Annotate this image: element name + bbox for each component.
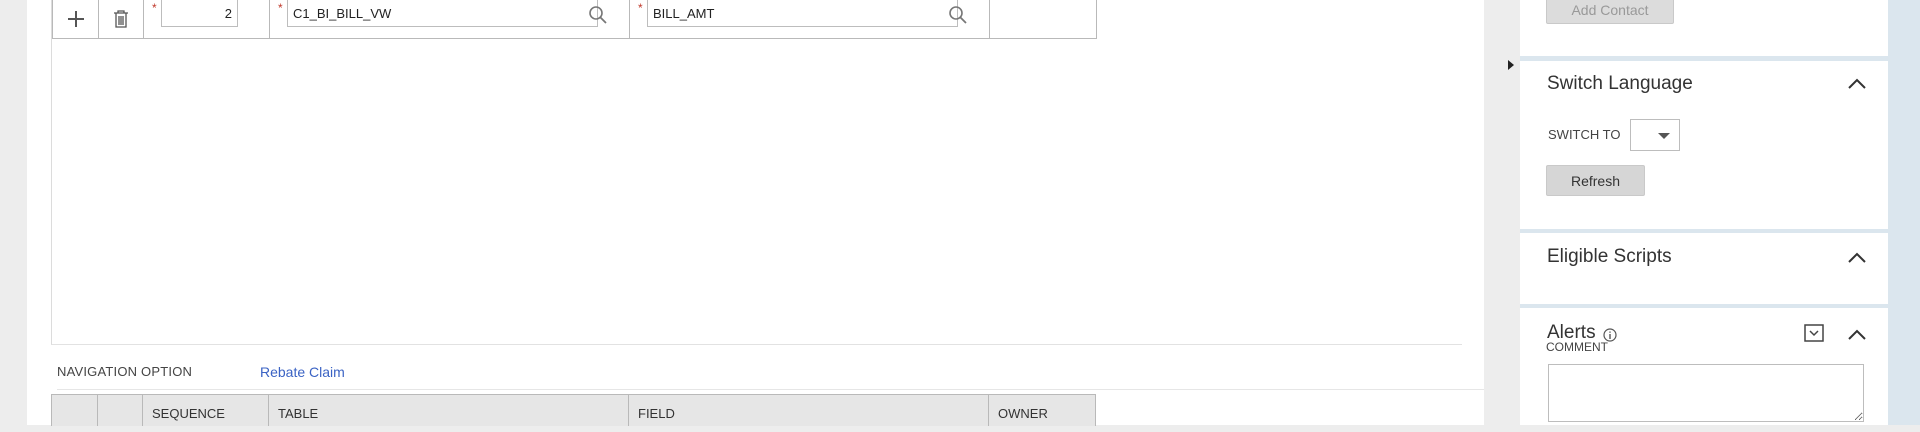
column-header	[52, 395, 98, 426]
column-header	[98, 395, 143, 426]
add-contact-button[interactable]: Add Contact	[1546, 0, 1674, 24]
eligible-scripts-title: Eligible Scripts	[1547, 246, 1672, 267]
search-icon[interactable]	[588, 5, 608, 25]
field-input[interactable]: BILL_AMT	[647, 0, 958, 27]
navigation-option-row: NAVIGATION OPTION Rebate Claim	[57, 363, 1489, 390]
eligible-scripts-card: Eligible Scripts	[1520, 233, 1888, 304]
column-header-sequence[interactable]: SEQUENCE	[143, 395, 269, 426]
chevron-up-icon[interactable]	[1848, 328, 1866, 340]
language-select[interactable]	[1630, 119, 1680, 151]
required-marker: *	[278, 1, 283, 15]
required-marker: *	[638, 1, 643, 15]
contact-card: Add Contact	[1520, 0, 1888, 56]
main-content: * 2 * C1_BI_BILL_VW * BILL_AMT NAVIGATIO…	[27, 0, 1489, 426]
trash-icon	[114, 10, 128, 28]
table-header: SEQUENCE TABLE FIELD OWNER	[51, 394, 1096, 426]
chevron-up-icon[interactable]	[1848, 251, 1866, 263]
navigation-option-link[interactable]: Rebate Claim	[260, 364, 345, 380]
table-input[interactable]: C1_BI_BILL_VW	[287, 0, 598, 27]
delete-row-button[interactable]	[99, 0, 144, 38]
add-row-button[interactable]	[53, 0, 99, 38]
table-row: * 2 * C1_BI_BILL_VW * BILL_AMT	[52, 0, 1097, 39]
comment-label: COMMENT	[1546, 340, 1608, 354]
plus-icon	[67, 11, 84, 27]
column-header-owner[interactable]: OWNER	[989, 395, 1093, 426]
switch-language-title: Switch Language	[1547, 73, 1693, 94]
navigation-option-label: NAVIGATION OPTION	[57, 364, 193, 379]
grid-area: * 2 * C1_BI_BILL_VW * BILL_AMT	[51, 0, 1462, 345]
chevron-up-icon[interactable]	[1848, 77, 1866, 89]
table-cell: * C1_BI_BILL_VW	[270, 0, 630, 38]
column-header-table[interactable]: TABLE	[269, 395, 629, 426]
field-cell: * BILL_AMT	[630, 0, 990, 38]
column-header-field[interactable]: FIELD	[629, 395, 989, 426]
comment-textarea[interactable]	[1548, 364, 1864, 422]
switch-language-card: Switch Language SWITCH TO Refresh	[1520, 61, 1888, 229]
sidebar: Add Contact Switch Language SWITCH TO Re…	[1520, 0, 1920, 425]
sequence-cell: * 2	[144, 0, 270, 38]
sequence-input[interactable]: 2	[161, 0, 238, 27]
panel-divider	[1484, 0, 1520, 425]
chevron-down-icon	[1658, 133, 1670, 139]
filter-dropdown-icon[interactable]	[1804, 324, 1824, 342]
collapse-panel-toggle[interactable]	[1508, 60, 1514, 70]
refresh-button[interactable]: Refresh	[1546, 165, 1645, 196]
search-icon[interactable]	[948, 5, 968, 25]
switch-to-label: SWITCH TO	[1548, 127, 1621, 142]
owner-cell	[990, 0, 1094, 38]
required-marker: *	[152, 1, 157, 15]
